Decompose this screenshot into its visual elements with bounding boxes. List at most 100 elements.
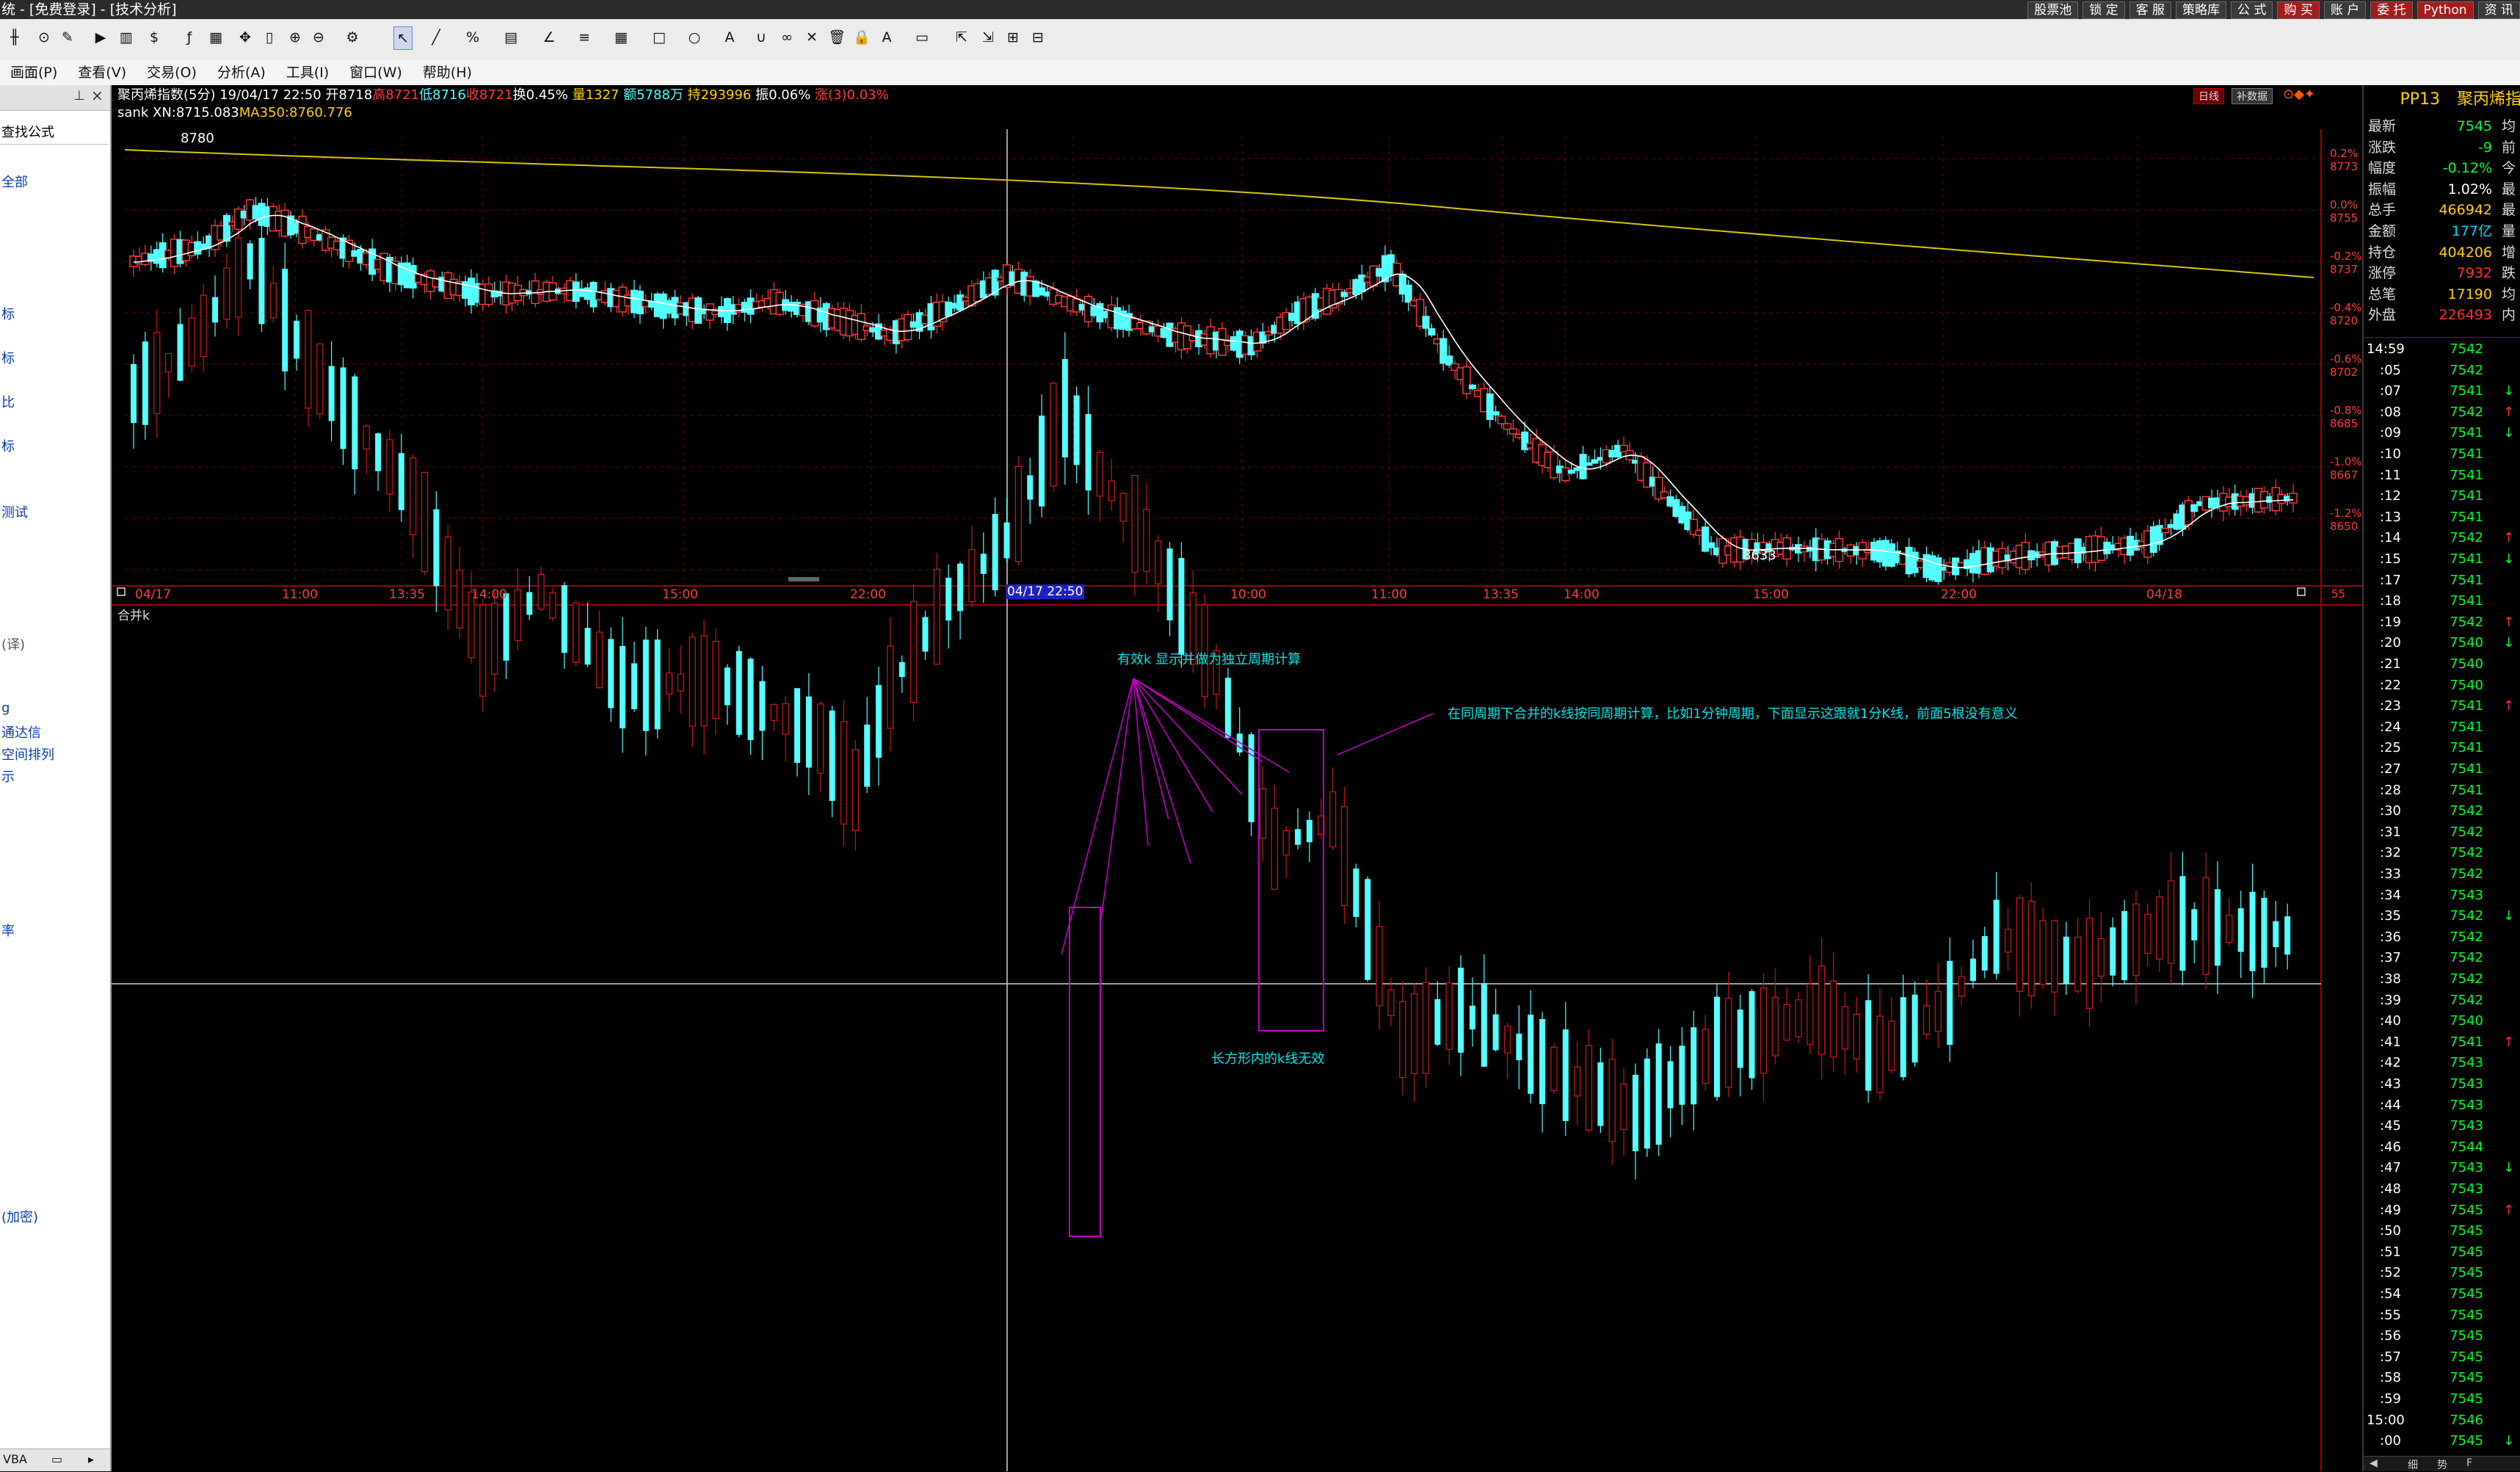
- menu-help[interactable]: 帮助(H): [413, 60, 482, 85]
- tick-price: 7543: [2450, 1076, 2483, 1092]
- layout2-icon[interactable]: ⊟: [1029, 26, 1047, 48]
- formula-icon[interactable]: ƒ: [181, 26, 198, 48]
- news-button[interactable]: 资 讯: [2477, 1, 2520, 19]
- menu-tools[interactable]: 工具(I): [276, 60, 339, 85]
- tab-f[interactable]: F: [2466, 1457, 2472, 1469]
- x-axis-label: 13:35: [1483, 587, 1519, 602]
- fill-data-tag[interactable]: 补数据: [2232, 88, 2273, 104]
- quote-row: 振幅 1.02% 最: [2364, 179, 2520, 200]
- edit-icon[interactable]: ✎: [59, 26, 76, 48]
- x-axis-end-label: 55: [2331, 587, 2346, 601]
- sub-candle-body: [2191, 909, 2198, 940]
- grid-icon[interactable]: ▦: [207, 26, 225, 48]
- tree-item[interactable]: 示: [1, 766, 15, 786]
- menu-window[interactable]: 窗口(W): [339, 60, 413, 85]
- left-arrow-icon[interactable]: ◀: [2370, 1457, 2378, 1469]
- pointer-icon[interactable]: ↖: [393, 26, 413, 50]
- tree-item[interactable]: (加密): [1, 1207, 38, 1226]
- tree-item-all[interactable]: 全部: [1, 172, 28, 191]
- play-icon[interactable]: ▶: [92, 26, 109, 48]
- line-icon[interactable]: ╱: [427, 26, 445, 48]
- python-button[interactable]: Python: [2416, 1, 2474, 19]
- sub-candle-body: [1947, 960, 1953, 1045]
- daily-tag[interactable]: 日线: [2193, 88, 2224, 104]
- sub-candle-body: [2167, 880, 2175, 964]
- quote-value: 7932: [2456, 265, 2492, 282]
- tick-time: :43: [2380, 1076, 2401, 1092]
- angle-icon[interactable]: ∠: [540, 26, 558, 48]
- tick-row: :05 7542: [2364, 360, 2520, 382]
- high-price-label: 8780: [181, 131, 214, 146]
- stock-pool-button[interactable]: 股票池: [2027, 1, 2079, 19]
- candle-icon[interactable]: ╫: [6, 26, 23, 48]
- pin-icon[interactable]: ⊥: [73, 88, 85, 104]
- tree-item[interactable]: 空间排列: [1, 744, 54, 764]
- layout-icon[interactable]: ⊞: [1004, 26, 1022, 48]
- chart-canvas[interactable]: [112, 85, 2362, 1471]
- folder-icon[interactable]: ▭: [51, 1452, 62, 1466]
- link-icon[interactable]: ∞: [778, 26, 796, 48]
- menu-view-layout[interactable]: 画面(P): [0, 60, 68, 85]
- tick-price: 7542: [2450, 341, 2483, 357]
- palette-icon[interactable]: ▭: [913, 26, 931, 48]
- gear-icon[interactable]: ⚙: [344, 26, 361, 48]
- tree-item[interactable]: 率: [1, 921, 15, 940]
- sub-candle-body: [2202, 877, 2209, 975]
- percent-icon[interactable]: %: [464, 26, 482, 48]
- bar-chart-icon[interactable]: ▥: [117, 26, 135, 48]
- trash-icon[interactable]: 🗑: [828, 26, 846, 48]
- bracket-icon[interactable]: ▯: [261, 26, 278, 48]
- table-icon[interactable]: ▦: [612, 26, 630, 48]
- text-icon[interactable]: A: [721, 26, 738, 48]
- sub-candle-body: [2214, 889, 2221, 966]
- rect-icon[interactable]: □: [650, 26, 668, 48]
- formula-button[interactable]: 公 式: [2231, 1, 2273, 19]
- fib-icon[interactable]: ≡: [575, 26, 593, 48]
- tab-trend[interactable]: 势: [2437, 1457, 2447, 1472]
- vba-tab[interactable]: VBA: [3, 1452, 27, 1466]
- close-icon[interactable]: ×: [91, 87, 104, 104]
- delete-icon[interactable]: ✕: [803, 26, 821, 48]
- buy-button[interactable]: 购 买: [2277, 1, 2320, 19]
- tick-row: :45 7543: [2364, 1116, 2520, 1137]
- font-color-icon[interactable]: A: [878, 26, 896, 48]
- import-icon[interactable]: ⇲: [979, 26, 997, 48]
- menu-trade[interactable]: 交易(O): [137, 60, 207, 85]
- tree-item[interactable]: 比: [1, 392, 15, 411]
- strategy-library-button[interactable]: 策略库: [2176, 1, 2227, 19]
- tick-price: 7542: [2450, 803, 2483, 819]
- tick-row: :24 7541: [2364, 717, 2520, 739]
- tree-item[interactable]: 标: [1, 304, 15, 323]
- tree-item[interactable]: 通达信: [1, 722, 41, 742]
- export-icon[interactable]: ⇱: [953, 26, 970, 48]
- tree-item[interactable]: g: [1, 700, 10, 716]
- circle-icon[interactable]: ○: [686, 26, 703, 48]
- scroll-right-icon[interactable]: ▸: [88, 1452, 94, 1466]
- right-axis-price-0: 8773: [2330, 160, 2359, 173]
- tree-item[interactable]: (译): [1, 634, 25, 653]
- menu-view[interactable]: 查看(V): [68, 60, 137, 85]
- account-button[interactable]: 账 户: [2323, 1, 2367, 19]
- tick-time: :14: [2380, 530, 2401, 546]
- tree-item[interactable]: 标: [1, 348, 15, 367]
- lock-icon[interactable]: 🔒: [853, 26, 871, 48]
- tree-item[interactable]: 测试: [1, 502, 28, 521]
- sub-candle-body: [945, 577, 952, 621]
- move-icon[interactable]: ✥: [236, 26, 254, 48]
- dollar-icon[interactable]: $: [145, 26, 163, 48]
- menu-analysis[interactable]: 分析(A): [207, 60, 276, 85]
- alert-icon[interactable]: ⊙◆✦: [2283, 87, 2315, 102]
- right-axis-percent-4: -0.6%: [2330, 352, 2362, 366]
- tab-detail[interactable]: 细: [2408, 1457, 2418, 1472]
- box-icon[interactable]: ▤: [502, 26, 520, 48]
- tree-item[interactable]: 标: [1, 436, 15, 455]
- zoom-in-icon[interactable]: ⊕: [286, 26, 304, 48]
- lock-button[interactable]: 锁 定: [2083, 1, 2125, 19]
- order-button[interactable]: 委 托: [2370, 1, 2413, 19]
- magnet-icon[interactable]: ∪: [752, 26, 770, 48]
- customer-service-button[interactable]: 客 服: [2129, 1, 2172, 19]
- search-formula-label[interactable]: 查找公式: [1, 122, 54, 141]
- settings-small-icon[interactable]: ⊙: [35, 26, 53, 48]
- zoom-out-icon[interactable]: ⊖: [310, 26, 327, 48]
- sub-candle-body: [305, 310, 312, 409]
